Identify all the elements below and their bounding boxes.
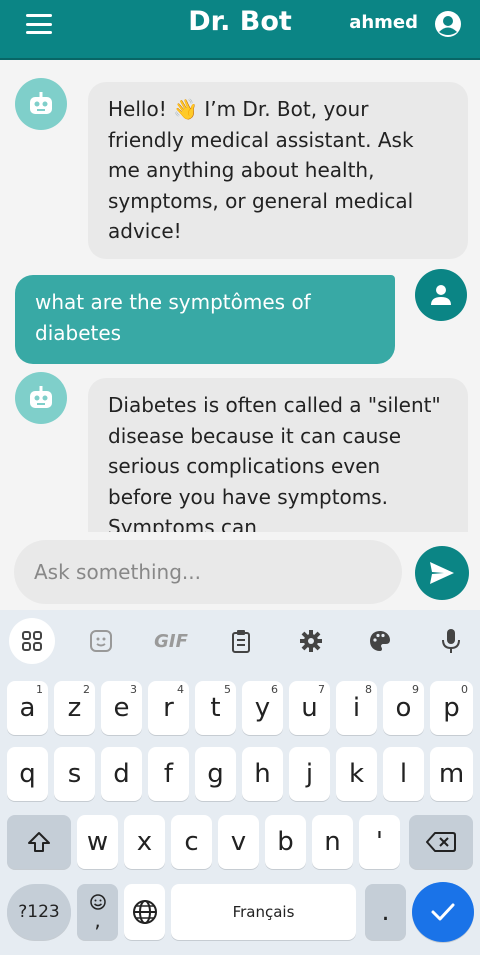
person-icon (431, 285, 451, 305)
key-s[interactable]: s (54, 747, 95, 801)
bot-message: Hello! 👋 I’m Dr. Bot, your friendly medi… (88, 82, 468, 259)
key-h[interactable]: h (242, 747, 283, 801)
key-j[interactable]: j (289, 747, 330, 801)
shift-key[interactable] (7, 815, 71, 869)
key-w[interactable]: w (77, 815, 118, 869)
send-icon (430, 562, 454, 584)
key-c[interactable]: c (171, 815, 212, 869)
key-v[interactable]: v (218, 815, 259, 869)
key-o[interactable]: o9 (383, 681, 424, 735)
backspace-icon (426, 832, 456, 852)
apps-grid-icon[interactable] (9, 618, 55, 664)
key-f[interactable]: f (148, 747, 189, 801)
key-a[interactable]: a1 (7, 681, 48, 735)
message-input-bar (0, 532, 480, 610)
key-l[interactable]: l (383, 747, 424, 801)
key-m[interactable]: m (430, 747, 473, 801)
key-i[interactable]: i8 (336, 681, 377, 735)
space-bar[interactable]: Français (171, 884, 356, 940)
key-u[interactable]: u7 (289, 681, 330, 735)
key-t[interactable]: t5 (195, 681, 236, 735)
key-y[interactable]: y6 (242, 681, 283, 735)
clipboard-icon[interactable] (218, 618, 264, 664)
user-avatar (415, 269, 467, 321)
bot-message: Diabetes is often called a "silent" dise… (88, 378, 468, 532)
robot-icon (30, 92, 52, 114)
shift-arrow-icon (28, 832, 50, 852)
sticker-icon[interactable] (78, 618, 124, 664)
send-button[interactable] (415, 546, 469, 600)
backspace-key[interactable] (409, 815, 473, 869)
key-x[interactable]: x (124, 815, 165, 869)
gif-button[interactable]: GIF (148, 618, 194, 664)
key-p[interactable]: p0 (430, 681, 473, 735)
bot-avatar (15, 372, 67, 424)
comma-label: , (94, 908, 101, 932)
keyboard-toolbar: GIF (0, 610, 480, 672)
bot-avatar (15, 78, 67, 130)
on-screen-keyboard: GIF a1 z2 e3 r4 t5 y6 u7 i8 o9 p0 q s d … (0, 610, 480, 955)
key-k[interactable]: k (336, 747, 377, 801)
key-e[interactable]: e3 (101, 681, 142, 735)
key-d[interactable]: d (101, 747, 142, 801)
palette-icon[interactable] (357, 618, 403, 664)
settings-gear-icon[interactable] (288, 618, 334, 664)
key-n[interactable]: n (312, 815, 353, 869)
key-z[interactable]: z2 (54, 681, 95, 735)
key-b[interactable]: b (265, 815, 306, 869)
numbers-symbols-key[interactable]: ?123 (7, 884, 71, 940)
key-g[interactable]: g (195, 747, 236, 801)
username-label: ahmed (349, 12, 418, 33)
emoji-comma-key[interactable]: , (77, 884, 118, 940)
enter-check-button[interactable] (412, 882, 474, 942)
microphone-icon[interactable] (428, 618, 474, 664)
user-message: what are the symptômes of diabetes (15, 275, 395, 364)
robot-icon (30, 386, 52, 408)
globe-icon (132, 900, 157, 924)
app-header: Dr. Bot ahmed (0, 0, 480, 60)
key-apostrophe[interactable]: ' (359, 815, 400, 869)
key-r[interactable]: r4 (148, 681, 189, 735)
chat-area[interactable]: Hello! 👋 I’m Dr. Bot, your friendly medi… (0, 62, 480, 532)
period-key[interactable]: . (365, 884, 406, 940)
message-input[interactable] (14, 540, 402, 604)
language-globe-key[interactable] (124, 884, 165, 940)
profile-icon[interactable] (434, 10, 462, 38)
checkmark-icon (431, 903, 455, 921)
key-q[interactable]: q (7, 747, 48, 801)
